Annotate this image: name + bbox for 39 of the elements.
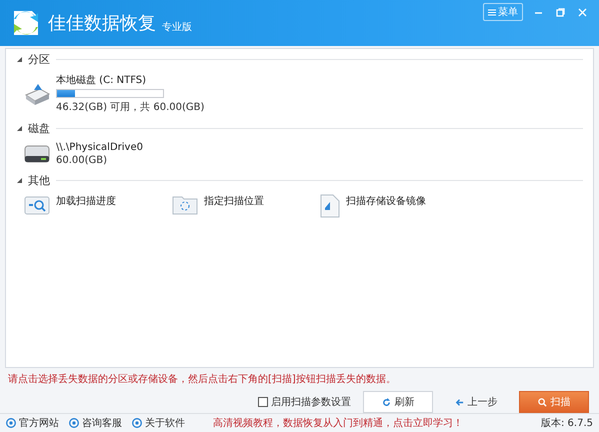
refresh-icon <box>382 398 390 407</box>
footer-link[interactable]: 咨询客服 <box>69 416 122 430</box>
device-name: 本地磁盘 (C: NTFS) <box>56 74 148 87</box>
option-item[interactable]: 指定扫描位置 <box>170 192 318 220</box>
close-icon <box>578 8 586 16</box>
collapse-arrow[interactable] <box>16 56 22 62</box>
option-item[interactable]: 加载扫描进度 <box>22 192 170 220</box>
device-size: 60.00(GB) <box>56 155 108 166</box>
collapse-arrow[interactable] <box>16 125 22 131</box>
scan-settings-checkbox[interactable]: 启用扫描参数设置 <box>258 395 351 410</box>
back-button[interactable]: 上一步 <box>441 391 511 414</box>
footer-link[interactable]: 关于软件 <box>132 416 185 430</box>
tutorial-link[interactable]: 高清视频教程，数据恢复从入门到精通，点击立即学习！ <box>213 416 463 430</box>
menu-icon <box>488 8 496 16</box>
option-label: 扫描存储设备镜像 <box>346 194 426 208</box>
file-icon <box>320 194 340 218</box>
refresh-button[interactable]: 刷新 <box>363 391 433 414</box>
disk-item[interactable]: \\.\PhysicalDrive0 60.00(GB) <box>22 140 145 168</box>
drive-icon <box>24 82 50 106</box>
restore-icon <box>556 8 564 16</box>
option-label: 加载扫描进度 <box>56 194 116 208</box>
edition-label: 专业版 <box>162 20 192 34</box>
section-title: 磁盘 <box>28 120 50 136</box>
device-size: 46.32(GB) 可用，共 60.00(GB) <box>56 100 204 114</box>
footer-link[interactable]: 官方网站 <box>6 416 59 430</box>
section-title: 其他 <box>28 172 50 188</box>
device-name: \\.\PhysicalDrive0 <box>56 142 143 153</box>
collapse-arrow[interactable] <box>16 177 22 183</box>
hint-text: 请点击选择丢失数据的分区或存储设备，然后点击右下角的[扫描]按钮扫描丢失的数据。 <box>8 372 397 386</box>
option-item[interactable]: 扫描存储设备镜像 <box>318 192 466 220</box>
search-icon <box>24 194 50 216</box>
app-title: 佳佳数据恢复 <box>48 12 156 35</box>
folder-target-icon <box>172 194 198 216</box>
section-title: 分区 <box>28 52 50 66</box>
option-label: 指定扫描位置 <box>204 194 264 208</box>
arrow-left-icon <box>454 398 464 407</box>
search-icon <box>538 398 546 407</box>
partition-item[interactable]: 本地磁盘 (C: NTFS) 46.32(GB) 可用，共 60.00(GB) <box>22 71 206 116</box>
version-label: 版本: 6.7.5 <box>541 416 593 430</box>
